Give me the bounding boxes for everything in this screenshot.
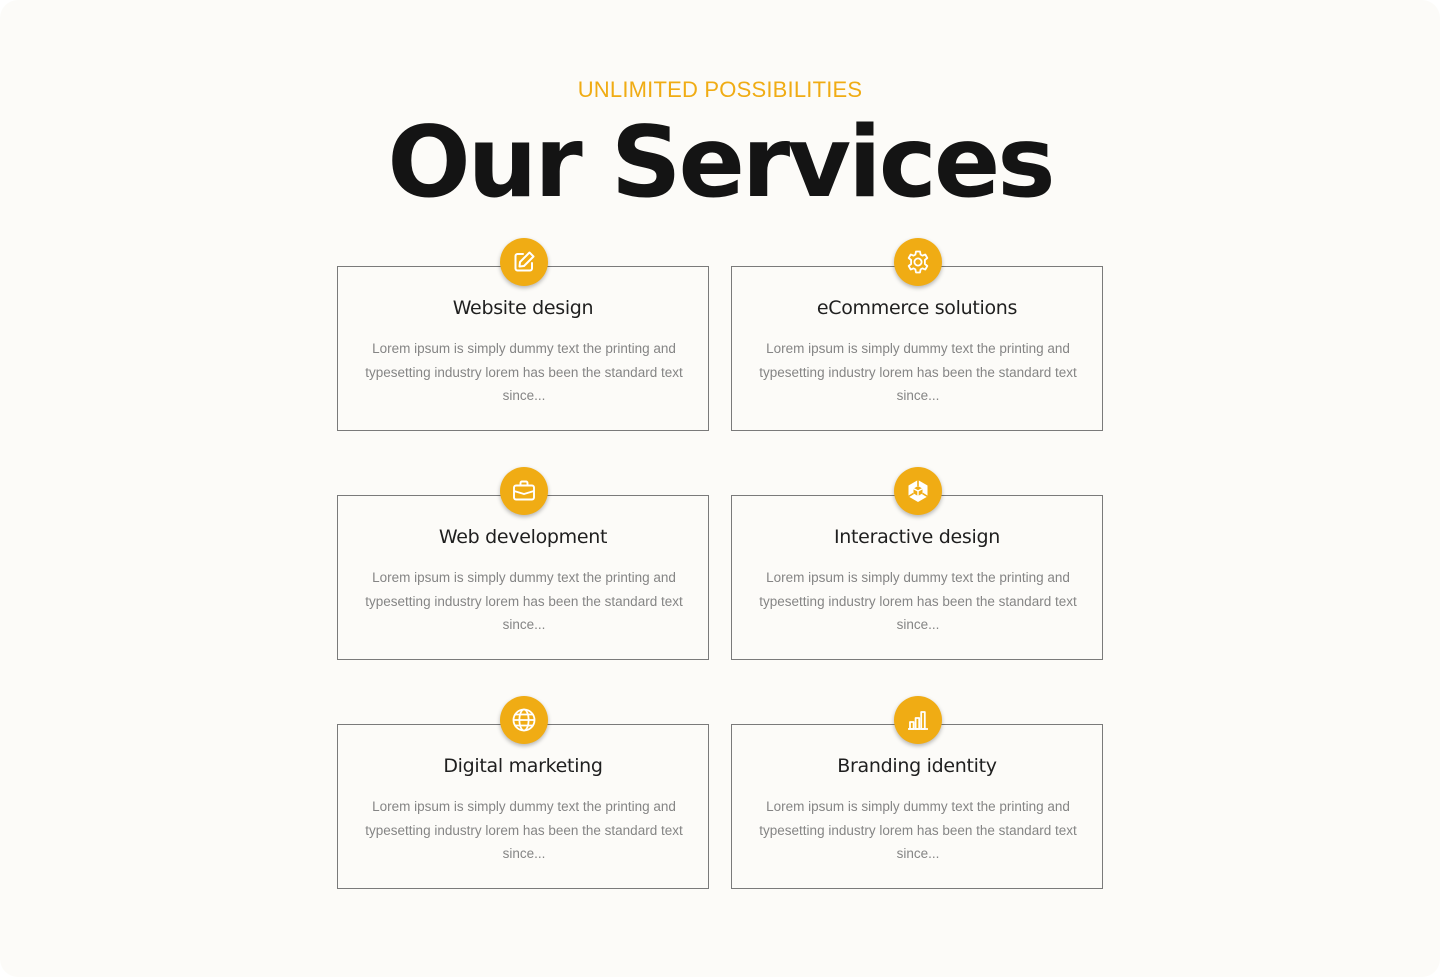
- service-card-interactive-design[interactable]: Interactive design Lorem ipsum is simply…: [731, 467, 1103, 660]
- page-title: Our Services: [387, 106, 1055, 220]
- service-card-ecommerce-solutions[interactable]: eCommerce solutions Lorem ipsum is simpl…: [731, 238, 1103, 431]
- service-description: Lorem ipsum is simply dummy text the pri…: [759, 570, 1077, 632]
- service-title: Web development: [438, 526, 608, 548]
- briefcase-icon: [500, 467, 548, 515]
- service-description: Lorem ipsum is simply dummy text the pri…: [365, 570, 683, 632]
- service-card-branding-identity[interactable]: Branding identity Lorem ipsum is simply …: [731, 696, 1103, 889]
- services-section: UNLIMITED POSSIBILITIES Our Services Web…: [0, 0, 1440, 977]
- pencil-square-icon: [500, 238, 548, 286]
- service-description: Lorem ipsum is simply dummy text the pri…: [759, 341, 1077, 403]
- globe-icon: [500, 696, 548, 744]
- gear-icon: [894, 238, 942, 286]
- service-title: Digital marketing: [443, 755, 603, 777]
- service-card-web-development[interactable]: Web development Lorem ipsum is simply du…: [337, 467, 709, 660]
- service-card-digital-marketing[interactable]: Digital marketing Lorem ipsum is simply …: [337, 696, 709, 889]
- unity-cube-icon: [894, 467, 942, 515]
- service-title: Website design: [452, 297, 594, 319]
- bar-chart-icon: [894, 696, 942, 744]
- service-description: Lorem ipsum is simply dummy text the pri…: [365, 341, 683, 403]
- service-description: Lorem ipsum is simply dummy text the pri…: [759, 799, 1077, 861]
- section-eyebrow: UNLIMITED POSSIBILITIES: [577, 77, 863, 102]
- service-title: eCommerce solutions: [816, 297, 1018, 319]
- service-description: Lorem ipsum is simply dummy text the pri…: [365, 799, 683, 861]
- service-card-website-design[interactable]: Website design Lorem ipsum is simply dum…: [337, 238, 709, 431]
- service-title: Interactive design: [833, 526, 1001, 548]
- service-title: Branding identity: [837, 755, 997, 777]
